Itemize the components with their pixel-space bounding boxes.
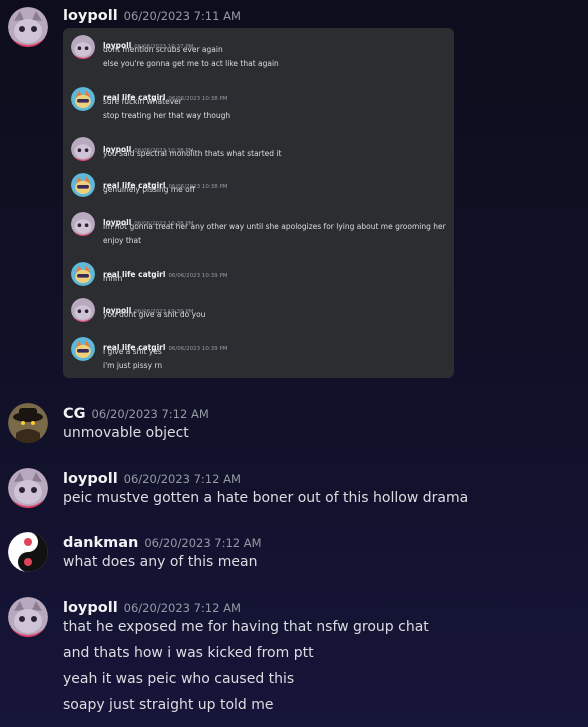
message: dankman 06/20/2023 7:12 AM what does any … <box>0 532 588 577</box>
catgirl-avatar-icon <box>71 87 95 111</box>
cat-avatar-icon[interactable] <box>8 468 48 508</box>
quoted-text: stop treating her that way though <box>103 111 231 120</box>
message-text: soapy just straight up told me <box>63 697 274 713</box>
message-header: loypoll 06/20/2023 7:12 AM <box>63 468 241 487</box>
cat-avatar-icon <box>71 137 95 161</box>
quoted-text: else you're gonna get me to act like tha… <box>103 59 279 68</box>
quoted-text: enjoy that <box>103 236 142 245</box>
embedded-screenshot[interactable]: loypoll 06/06/2023 10:37 PM dont mention … <box>63 28 454 378</box>
message: loypoll 06/20/2023 7:12 AM that he expose… <box>0 597 588 722</box>
quoted-text: im not gonna treat her any other way unt… <box>103 222 446 231</box>
timestamp: 06/20/2023 7:11 AM <box>123 9 241 23</box>
quoted-text: dont mention scrubs ever again <box>103 45 223 54</box>
cat-avatar-icon <box>71 298 95 322</box>
timestamp: 06/20/2023 7:12 AM <box>144 536 262 550</box>
message: loypoll 06/20/2023 7:12 AM peic mustve go… <box>0 468 588 513</box>
message-header: dankman 06/20/2023 7:12 AM <box>63 532 262 551</box>
message-text: that he exposed me for having that nsfw … <box>63 619 429 635</box>
username[interactable]: CG <box>63 406 86 422</box>
message: CG 06/20/2023 7:12 AM unmovable object <box>0 403 588 448</box>
quoted-timestamp: 06/06/2023 10:39 PM <box>168 346 228 352</box>
timestamp: 06/20/2023 7:12 AM <box>123 472 241 486</box>
username[interactable]: loypoll <box>63 471 118 487</box>
cat-avatar-icon <box>71 35 95 59</box>
quoted-text: mhm <box>103 274 123 283</box>
quoted-timestamp: 06/06/2023 10:39 PM <box>168 273 228 279</box>
cat-avatar-icon <box>71 212 95 236</box>
cat-avatar-icon[interactable] <box>8 597 48 637</box>
timestamp: 06/20/2023 7:12 AM <box>123 601 241 615</box>
hat-avatar-icon[interactable] <box>8 403 48 443</box>
message-text: yeah it was peic who caused this <box>63 671 295 687</box>
timestamp: 06/20/2023 7:12 AM <box>91 407 209 421</box>
quoted-text: i give a shit yes <box>103 347 162 356</box>
message-header: loypoll 06/20/2023 7:12 AM <box>63 597 241 616</box>
quoted-text: genuinely pissing me off <box>103 185 195 194</box>
cat-avatar-icon[interactable] <box>8 7 48 47</box>
message-text: peic mustve gotten a hate boner out of t… <box>63 490 469 506</box>
catgirl-avatar-icon <box>71 337 95 361</box>
message-text: what does any of this mean <box>63 554 258 570</box>
username[interactable]: loypoll <box>63 8 118 24</box>
message-text: and thats how i was kicked from ptt <box>63 645 314 661</box>
message-header: CG 06/20/2023 7:12 AM <box>63 403 209 422</box>
quoted-text: you said spectral monolith thats what st… <box>103 149 282 158</box>
quoted-text: sure fuckin whatever <box>103 97 182 106</box>
quoted-text: i'm just pissy rn <box>103 361 163 370</box>
catgirl-avatar-icon <box>71 173 95 197</box>
message-header: loypoll 06/20/2023 7:11 AM <box>63 5 241 24</box>
yinyang-avatar-icon[interactable] <box>8 532 48 572</box>
quoted-text: you dont give a shit do you <box>103 310 206 319</box>
message-text: unmovable object <box>63 425 189 441</box>
username[interactable]: dankman <box>63 535 138 551</box>
catgirl-avatar-icon <box>71 262 95 286</box>
username[interactable]: loypoll <box>63 600 118 616</box>
